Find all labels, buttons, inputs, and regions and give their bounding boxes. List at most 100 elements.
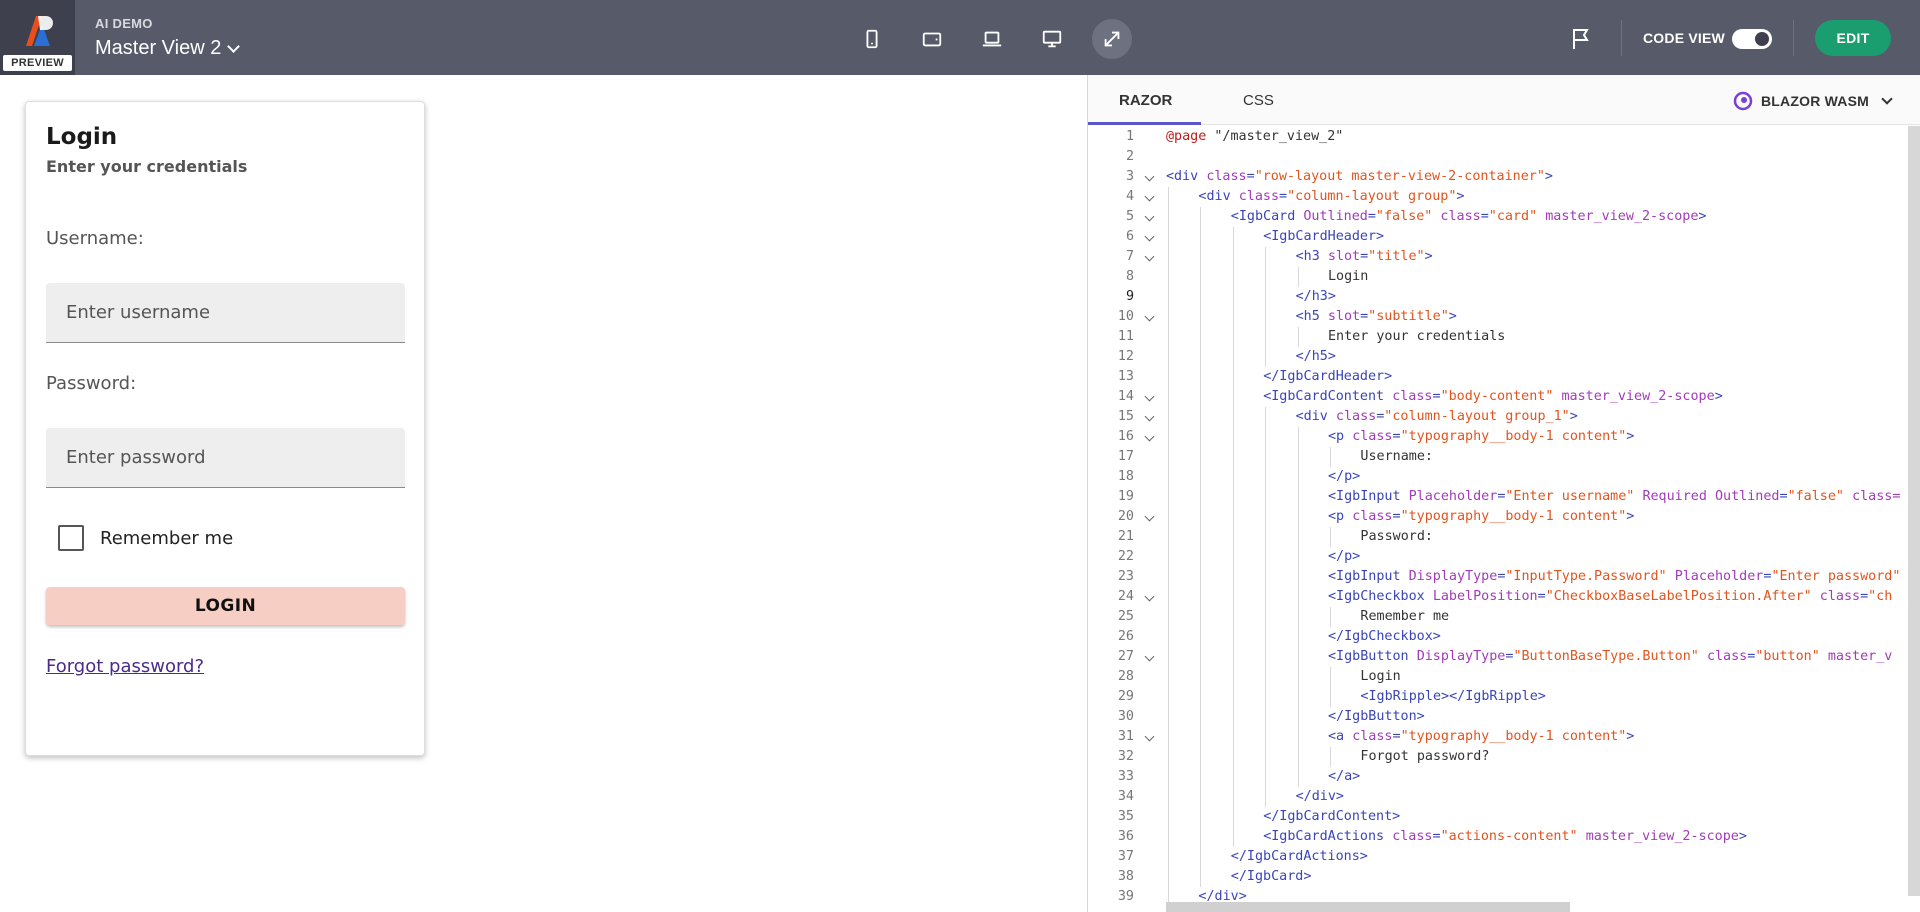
indent-guide <box>1297 267 1299 287</box>
code-token: @page <box>1166 129 1207 144</box>
fold-chevron-icon[interactable] <box>1144 731 1155 742</box>
indent-guide <box>1265 307 1267 327</box>
fold-chevron-icon[interactable] <box>1144 431 1155 442</box>
phone-view-button[interactable] <box>852 19 892 59</box>
fold-chevron-icon[interactable] <box>1144 511 1155 522</box>
code-token: = <box>1432 389 1441 404</box>
code-token: > <box>1424 249 1433 264</box>
line-number: 39 <box>1117 889 1134 904</box>
indent-guide <box>1200 507 1202 527</box>
code-line: 33 </a> <box>1088 767 1920 787</box>
code-token: "/master_view_2" <box>1214 129 1344 144</box>
indent-guide <box>1330 687 1331 707</box>
forgot-password-link[interactable]: Forgot password? <box>46 656 204 677</box>
code-token: master_view_2-scope <box>1561 389 1715 404</box>
line-number: 38 <box>1117 869 1134 884</box>
code-line: 20 <p class="typography__body-1 content"> <box>1088 507 1920 527</box>
indent-guide <box>1297 647 1299 667</box>
code-token: </div> <box>1295 789 1344 804</box>
vertical-scrollbar[interactable] <box>1908 126 1920 896</box>
fold-chevron-icon[interactable] <box>1144 251 1155 262</box>
indent-guide <box>1265 647 1267 667</box>
horizontal-scrollbar[interactable] <box>1166 902 1570 912</box>
line-number: 29 <box>1117 689 1134 704</box>
fold-chevron-icon[interactable] <box>1144 391 1155 402</box>
indent-guide <box>1200 427 1202 447</box>
laptop-view-button[interactable] <box>972 19 1012 59</box>
line-number: 35 <box>1117 809 1134 824</box>
code-text: <div class="row-layout master-view-2-con… <box>1166 167 1553 187</box>
framework-label: BLAZOR WASM <box>1761 93 1869 109</box>
edit-button[interactable]: EDIT <box>1815 20 1891 56</box>
code-token: > <box>1626 509 1635 524</box>
code-token: class <box>1238 189 1280 204</box>
code-editor[interactable]: 1 @page "/master_view_2" 2 3 <div class="row… <box>1088 126 1920 912</box>
indent-guide <box>1297 667 1299 687</box>
fold-chevron-icon[interactable] <box>1144 591 1155 602</box>
logo-box[interactable]: PREVIEW <box>0 0 75 75</box>
fold-chevron-icon[interactable] <box>1144 311 1155 322</box>
code-token: = <box>1367 209 1376 224</box>
fold-chevron-icon[interactable] <box>1144 411 1155 422</box>
code-token: = <box>1432 829 1441 844</box>
indent-guide <box>1265 727 1267 747</box>
fullscreen-view-button[interactable] <box>1092 19 1132 59</box>
code-token: = <box>1360 309 1369 324</box>
app-name: AI DEMO <box>95 16 153 31</box>
code-token: class <box>1392 389 1433 404</box>
code-text: <p class="typography__body-1 content"> <box>1328 427 1634 447</box>
phone-icon <box>866 29 878 49</box>
code-line: 7 <h3 slot="title"> <box>1088 247 1920 267</box>
indent-guide <box>1232 827 1234 847</box>
indent-guide <box>1200 687 1202 707</box>
username-field[interactable] <box>46 283 405 343</box>
fold-chevron-icon[interactable] <box>1144 211 1155 222</box>
tab-css[interactable]: CSS <box>1243 92 1274 109</box>
code-token: "subtitle" <box>1368 309 1449 324</box>
login-button[interactable]: LOGIN <box>46 587 405 625</box>
code-view-toggle[interactable] <box>1732 29 1772 49</box>
code-token: "typography__body-1 content" <box>1400 729 1627 744</box>
password-input[interactable] <box>46 428 405 487</box>
fold-chevron-icon[interactable] <box>1144 231 1155 242</box>
flag-icon[interactable] <box>1569 27 1593 51</box>
line-number: 27 <box>1117 649 1134 664</box>
remember-me-checkbox[interactable]: Remember me <box>58 525 233 551</box>
username-input[interactable] <box>46 283 405 342</box>
view-selector[interactable]: Master View 2 <box>95 37 241 60</box>
fold-chevron-icon[interactable] <box>1144 171 1155 182</box>
desktop-icon <box>1042 30 1062 48</box>
code-token: Login <box>1328 269 1369 284</box>
indent-guide <box>1265 347 1267 367</box>
code-token: "row-layout master-view-2-container" <box>1254 169 1545 184</box>
indent-guide <box>1200 727 1202 747</box>
indent-guide <box>1297 587 1299 607</box>
code-line: 38 </IgbCard> <box>1088 867 1920 887</box>
fold-chevron-icon[interactable] <box>1144 651 1155 662</box>
code-line: 8 Login <box>1088 267 1920 287</box>
checkbox-box[interactable] <box>58 525 84 551</box>
fold-chevron-icon[interactable] <box>1144 191 1155 202</box>
code-text: <IgbInput DisplayType="InputType.Passwor… <box>1328 567 1900 587</box>
framework-selector[interactable]: BLAZOR WASM <box>1733 91 1893 111</box>
code-text: </IgbCardActions> <box>1231 847 1368 867</box>
password-field[interactable] <box>46 428 405 488</box>
indent-guide <box>1168 447 1169 467</box>
tab-razor[interactable]: RAZOR <box>1119 92 1172 109</box>
indent-guide <box>1265 687 1267 707</box>
code-token: <IgbCard <box>1230 209 1304 224</box>
desktop-view-button[interactable] <box>1032 19 1072 59</box>
indent-guide <box>1168 267 1169 287</box>
code-token: DisplayType <box>1416 649 1506 664</box>
code-text: </p> <box>1328 467 1360 487</box>
tablet-view-button[interactable] <box>912 19 952 59</box>
code-line: 23 <IgbInput DisplayType="InputType.Passw… <box>1088 567 1920 587</box>
indent-guide <box>1200 847 1202 867</box>
code-line: 25 Remember me <box>1088 607 1920 627</box>
code-line: 13 </IgbCardHeader> <box>1088 367 1920 387</box>
code-token: "ButtonBaseType.Button" <box>1513 649 1699 664</box>
code-token: > <box>1456 189 1465 204</box>
code-token: "typography__body-1 content" <box>1400 509 1627 524</box>
